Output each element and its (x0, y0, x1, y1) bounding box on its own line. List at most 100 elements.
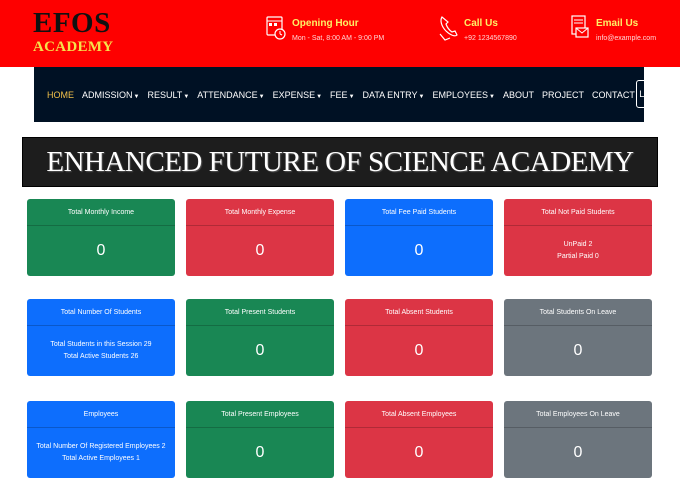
email-address[interactable]: info@example.com (596, 33, 656, 45)
stat-card-employees: Employees Total Number Of Registered Empl… (27, 401, 175, 478)
card-body: 0 (27, 226, 175, 276)
card-detail-line: UnPaid 2 (563, 241, 593, 248)
card-value: 0 (414, 444, 424, 461)
opening-hours-info: Opening Hour Mon - Sat, 8:00 AM - 9:00 P… (266, 14, 384, 45)
nav-item-data-entry[interactable]: DATA ENTRY▼ (363, 89, 425, 103)
stat-card-total-number-of-students: Total Number Of Students Total Students i… (27, 299, 175, 376)
card-value: 0 (255, 242, 265, 259)
card-title: Total Absent Employees (345, 401, 493, 428)
stat-card-total-fee-paid-students: Total Fee Paid Students 0 (345, 199, 493, 276)
phone-hand-icon[interactable] (438, 14, 458, 42)
nav-item-label: DATA ENTRY (362, 90, 418, 100)
card-value: 0 (96, 242, 106, 259)
card-body: 0 (345, 326, 493, 376)
card-body: 0 (504, 428, 652, 478)
top-header: EFOS ACADEMY Opening Hour Mon - Sat, 8:0… (0, 0, 680, 67)
page-banner: ENHANCED FUTURE OF SCIENCE ACADEMY (22, 137, 658, 187)
phone-number[interactable]: +92 1234567890 (464, 33, 517, 45)
card-title: Total Number Of Students (27, 299, 175, 326)
card-body: 0 (345, 226, 493, 276)
stat-card-total-not-paid-students: Total Not Paid Students UnPaid 2 Partial P… (504, 199, 652, 276)
card-title: Total Monthly Income (27, 199, 175, 226)
page-title: ENHANCED FUTURE OF SCIENCE ACADEMY (46, 145, 634, 178)
card-body: 0 (186, 326, 334, 376)
card-value: 0 (573, 444, 583, 461)
brand-name: EFOS (33, 7, 111, 39)
card-value: 0 (255, 342, 265, 359)
card-value: 0 (573, 342, 583, 359)
card-body: 0 (504, 326, 652, 376)
card-detail-line: Total Active Students 26 (63, 353, 139, 360)
nav-item-attendance[interactable]: ATTENDANCE▼ (197, 89, 264, 103)
card-body: Total Students in this Session 29 Total A… (27, 326, 175, 376)
opening-hours-title: Opening Hour (292, 18, 359, 29)
card-body: 0 (186, 226, 334, 276)
nav-item-label: FEE (330, 90, 348, 100)
caret-down-icon: ▼ (348, 94, 355, 100)
main-navbar: HOME ADMISSION▼ RESULT▼ ATTENDANCE▼ EXPENSE▼… (34, 67, 670, 122)
stat-card-total-monthly-income: Total Monthly Income 0 (27, 199, 175, 276)
stat-card-total-students-on-leave: Total Students On Leave 0 (504, 299, 652, 376)
caret-down-icon: ▼ (489, 94, 495, 100)
card-title: Total Fee Paid Students (345, 199, 493, 226)
card-title: Total Monthly Expense (186, 199, 334, 226)
card-detail-line: Total Number Of Registered Employees 2 (36, 443, 166, 450)
nav-item-label: EXPENSE (272, 90, 316, 100)
card-detail-line: Partial Paid 0 (557, 253, 599, 260)
caret-down-icon: ▼ (316, 94, 323, 100)
card-title: Total Not Paid Students (504, 199, 652, 226)
call-us-title: Call Us (464, 18, 498, 29)
opening-hours-text: Mon - Sat, 8:00 AM - 9:00 PM (292, 35, 385, 42)
brand-subtitle: ACADEMY (33, 39, 114, 55)
card-title: Total Students On Leave (504, 299, 652, 326)
card-body: 0 (186, 428, 334, 478)
card-title: Total Absent Students (345, 299, 493, 326)
card-value: 0 (255, 444, 265, 461)
caret-down-icon: ▼ (418, 94, 425, 100)
card-detail-line: Total Active Employees 1 (62, 455, 140, 462)
card-title: Employees (27, 401, 175, 428)
caret-down-icon: ▼ (183, 94, 190, 100)
card-value: 0 (414, 342, 424, 359)
card-title: Total Present Students (186, 299, 334, 326)
email-document-icon[interactable] (570, 14, 590, 42)
nav-menu: HOME ADMISSION▼ RESULT▼ ATTENDANCE▼ EXPENSE▼… (47, 89, 643, 103)
logout-button[interactable]: Logout (636, 80, 670, 108)
nav-item-contact[interactable]: CONTACT (592, 89, 635, 103)
nav-item-employees[interactable]: EMPLOYEES▼ (432, 89, 494, 103)
nav-item-label: ABOUT (502, 90, 534, 100)
card-detail-line: Total Students in this Session 29 (50, 341, 152, 348)
nav-item-fee[interactable]: FEE▼ (330, 89, 354, 103)
card-body: 0 (345, 428, 493, 478)
card-value: 0 (414, 242, 424, 259)
stat-card-total-absent-students: Total Absent Students 0 (345, 299, 493, 376)
card-body: UnPaid 2 Partial Paid 0 (504, 226, 652, 276)
nav-item-label: RESULT (147, 90, 183, 100)
nav-item-project[interactable]: PROJECT (542, 89, 584, 103)
card-body: Total Number Of Registered Employees 2 To… (27, 428, 175, 478)
nav-item-expense[interactable]: EXPENSE▼ (273, 89, 322, 103)
card-title: Total Present Employees (186, 401, 334, 428)
nav-item-home[interactable]: HOME (47, 89, 74, 103)
email-us-title: Email Us (596, 18, 639, 29)
nav-item-label: ADMISSION (82, 90, 133, 100)
caret-down-icon: ▼ (258, 94, 265, 100)
nav-item-admission[interactable]: ADMISSION▼ (82, 89, 139, 103)
stat-card-total-present-students: Total Present Students 0 (186, 299, 334, 376)
brand-logo[interactable]: EFOS ACADEMY (33, 8, 113, 55)
stat-card-total-present-employees: Total Present Employees 0 (186, 401, 334, 478)
email-us-info: Email Us info@example.com (570, 14, 656, 45)
nav-item-label: EMPLOYEES (432, 90, 489, 100)
stat-card-total-absent-employees: Total Absent Employees 0 (345, 401, 493, 478)
nav-item-label: HOME (47, 90, 74, 100)
stat-card-total-employees-on-leave: Total Employees On Leave 0 (504, 401, 652, 478)
caret-down-icon: ▼ (133, 94, 140, 100)
nav-item-about[interactable]: ABOUT (503, 89, 534, 103)
nav-item-label: PROJECT (541, 90, 584, 100)
stat-card-total-monthly-expense: Total Monthly Expense 0 (186, 199, 334, 276)
nav-item-label: ATTENDANCE (197, 90, 258, 100)
call-us-info: Call Us +92 1234567890 (438, 14, 517, 45)
card-title: Total Employees On Leave (504, 401, 652, 428)
nav-item-result[interactable]: RESULT▼ (147, 89, 189, 103)
nav-item-label: CONTACT (592, 90, 635, 100)
